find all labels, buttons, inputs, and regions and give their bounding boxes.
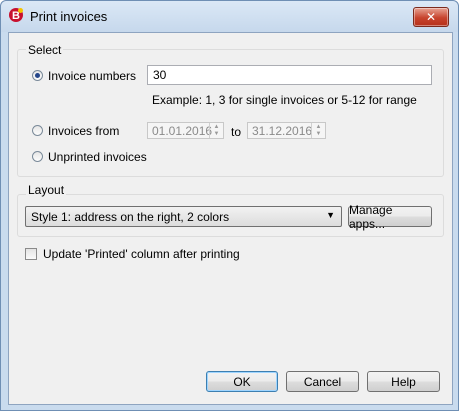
layout-style-dropdown[interactable]: Style 1: address on the right, 2 colors … [25, 206, 342, 227]
invoice-numbers-label[interactable]: Invoice numbers [48, 69, 136, 83]
ok-button[interactable]: OK [206, 371, 278, 392]
update-printed-checkbox[interactable] [25, 248, 37, 260]
app-icon: B [9, 8, 23, 22]
example-hint: Example: 1, 3 for single invoices or 5-1… [152, 93, 417, 107]
date-from-value: 01.01.2016 [152, 124, 213, 138]
manage-apps-label: Manage apps... [349, 202, 393, 231]
date-to-value: 31.12.2016 [252, 124, 313, 138]
date-from-field[interactable]: 01.01.2016 ▲ ▼ [147, 122, 224, 139]
invoices-from-label[interactable]: Invoices from [48, 124, 119, 138]
to-label: to [231, 125, 242, 139]
unprinted-invoices-radio[interactable] [32, 151, 43, 162]
help-button[interactable]: Help [367, 371, 440, 392]
close-icon: ✕ [425, 10, 437, 24]
date-from-spinner[interactable]: ▲ ▼ [209, 123, 223, 138]
close-button[interactable]: ✕ [413, 7, 449, 27]
date-to-field[interactable]: 31.12.2016 ▲ ▼ [247, 122, 326, 139]
cancel-label: Cancel [303, 374, 342, 389]
help-label: Help [391, 374, 416, 389]
title-bar[interactable]: B Print invoices ✕ [1, 1, 458, 32]
manage-apps-button[interactable]: Manage apps... [348, 203, 432, 231]
layout-group-title: Layout [26, 183, 67, 197]
update-printed-label[interactable]: Update 'Printed' column after printing [43, 247, 240, 261]
ok-label: OK [233, 374, 251, 389]
dialog-window: B Print invoices ✕ Select Invoice number… [0, 0, 459, 411]
chevron-down-icon: ▼ [326, 210, 335, 220]
invoice-numbers-radio[interactable] [32, 70, 43, 81]
invoices-from-radio[interactable] [32, 125, 43, 136]
invoice-numbers-input[interactable] [147, 65, 432, 85]
window-title: Print invoices [30, 9, 108, 24]
dialog-body: Select Invoice numbers Example: 1, 3 for… [8, 32, 453, 405]
layout-style-value: Style 1: address on the right, 2 colors [31, 210, 230, 224]
select-group-title: Select [26, 43, 64, 57]
cancel-button[interactable]: Cancel [286, 371, 359, 392]
unprinted-invoices-label[interactable]: Unprinted invoices [48, 150, 147, 164]
date-to-spinner[interactable]: ▲ ▼ [311, 123, 325, 138]
